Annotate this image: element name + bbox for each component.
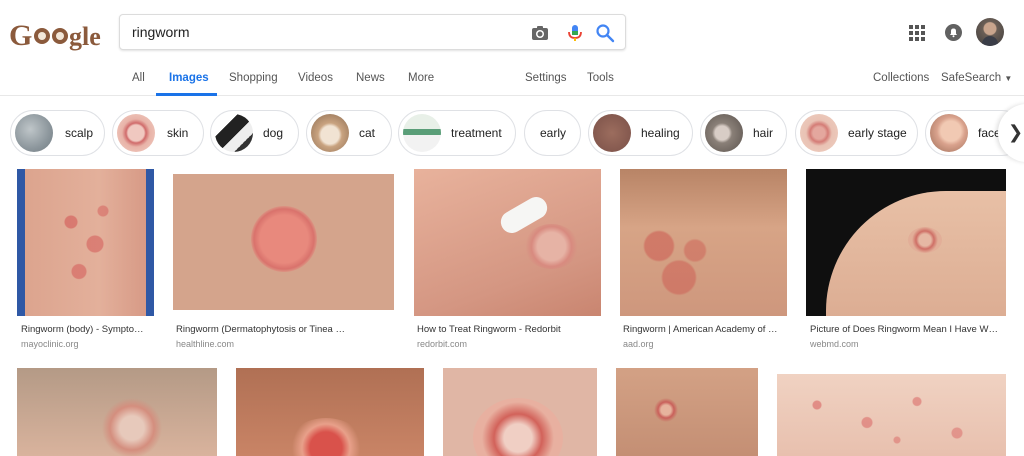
related-searches-chips: scalp skin dog cat treatment early heali… bbox=[0, 108, 1024, 158]
result-image[interactable] bbox=[806, 169, 1006, 316]
chip-thumbnail bbox=[800, 114, 838, 152]
chip-thumbnail bbox=[117, 114, 155, 152]
chip-early[interactable]: early bbox=[524, 110, 581, 156]
ringworm-lesion bbox=[251, 206, 317, 272]
apps-icon[interactable] bbox=[909, 25, 925, 41]
microphone-icon[interactable] bbox=[565, 23, 585, 43]
ringworm-lesion bbox=[286, 418, 366, 456]
chip-label: dog bbox=[263, 126, 284, 140]
chip-early-stage[interactable]: early stage bbox=[795, 110, 918, 156]
chip-label: hair bbox=[753, 126, 774, 140]
result-source[interactable]: mayoclinic.org bbox=[21, 339, 79, 349]
result-image[interactable] bbox=[17, 368, 217, 456]
chip-label: skin bbox=[167, 126, 189, 140]
chip-thumbnail bbox=[593, 114, 631, 152]
svg-text:G: G bbox=[9, 19, 32, 52]
svg-text:gle: gle bbox=[69, 22, 101, 51]
result-caption[interactable]: Picture of Does Ringworm Mean I Have W… bbox=[810, 324, 1010, 335]
search-icon[interactable] bbox=[595, 23, 615, 43]
chip-label: scalp bbox=[65, 126, 94, 140]
active-tab-indicator bbox=[156, 93, 217, 96]
result-caption[interactable]: Ringworm (body) - Sympto… bbox=[21, 324, 156, 335]
result-image[interactable] bbox=[173, 174, 394, 310]
chip-thumbnail bbox=[15, 114, 53, 152]
chip-label: early bbox=[540, 126, 567, 140]
tab-settings[interactable]: Settings bbox=[525, 72, 567, 84]
chip-label: healing bbox=[641, 126, 680, 140]
top-header: G gle ringworm All Images Shopping Video… bbox=[0, 0, 1024, 96]
chip-skin[interactable]: skin bbox=[112, 110, 204, 156]
tab-tools[interactable]: Tools bbox=[587, 72, 614, 84]
result-image[interactable] bbox=[414, 169, 601, 316]
chip-cat[interactable]: cat bbox=[306, 110, 392, 156]
collections-link[interactable]: Collections bbox=[873, 72, 929, 84]
chip-thumbnail bbox=[403, 114, 441, 152]
notifications-icon[interactable] bbox=[945, 24, 962, 41]
search-tabs: All Images Shopping Videos News More Set… bbox=[0, 66, 1024, 96]
chip-treatment[interactable]: treatment bbox=[398, 110, 516, 156]
chip-label: cat bbox=[359, 126, 376, 140]
result-image[interactable] bbox=[620, 169, 787, 316]
chip-label: early stage bbox=[848, 126, 907, 140]
ringworm-lesion bbox=[102, 393, 162, 456]
chip-dog[interactable]: dog bbox=[210, 110, 299, 156]
ringworm-lesion bbox=[654, 398, 678, 422]
result-image[interactable] bbox=[236, 368, 424, 456]
tab-videos[interactable]: Videos bbox=[298, 72, 333, 84]
tab-news[interactable]: News bbox=[356, 72, 385, 84]
result-caption[interactable]: How to Treat Ringworm - Redorbit bbox=[417, 324, 602, 335]
chip-label: treatment bbox=[451, 126, 502, 140]
safesearch-menu[interactable]: SafeSearch ▼ bbox=[941, 72, 1012, 84]
result-image[interactable] bbox=[616, 368, 758, 456]
ringworm-lesion bbox=[473, 398, 563, 456]
chip-thumbnail bbox=[311, 114, 349, 152]
shoulder bbox=[826, 191, 1006, 316]
chip-thumbnail bbox=[705, 114, 743, 152]
chip-thumbnail bbox=[215, 114, 253, 152]
caret-down-icon: ▼ bbox=[1004, 74, 1013, 83]
result-image[interactable] bbox=[17, 169, 154, 316]
rash-spots bbox=[47, 189, 127, 299]
result-source[interactable]: aad.org bbox=[623, 339, 654, 349]
ringworm-lesion bbox=[524, 224, 579, 269]
chevron-right-icon: ❯ bbox=[1008, 122, 1024, 142]
chip-hair[interactable]: hair bbox=[700, 110, 787, 156]
rash-patches bbox=[635, 219, 715, 309]
chip-scalp[interactable]: scalp bbox=[10, 110, 105, 156]
result-source[interactable]: healthline.com bbox=[176, 339, 234, 349]
search-input[interactable]: ringworm bbox=[132, 24, 190, 40]
google-logo[interactable]: G gle bbox=[9, 17, 107, 53]
chip-healing[interactable]: healing bbox=[588, 110, 693, 156]
result-source[interactable]: redorbit.com bbox=[417, 339, 467, 349]
chip-thumbnail bbox=[930, 114, 968, 152]
tab-images[interactable]: Images bbox=[169, 72, 209, 84]
account-avatar[interactable] bbox=[976, 18, 1004, 46]
tab-all[interactable]: All bbox=[132, 72, 145, 84]
search-box[interactable]: ringworm bbox=[119, 14, 626, 50]
safesearch-label: SafeSearch bbox=[941, 72, 1002, 84]
result-image[interactable] bbox=[443, 368, 597, 456]
result-source[interactable]: webmd.com bbox=[810, 339, 859, 349]
ringworm-lesion bbox=[908, 227, 942, 253]
tab-shopping[interactable]: Shopping bbox=[229, 72, 278, 84]
camera-icon[interactable] bbox=[530, 23, 550, 43]
result-caption[interactable]: Ringworm | American Academy of … bbox=[623, 324, 788, 335]
rash-spots bbox=[797, 384, 997, 454]
tab-more[interactable]: More bbox=[408, 72, 434, 84]
result-image[interactable] bbox=[777, 374, 1006, 456]
result-caption[interactable]: Ringworm (Dermatophytosis or Tinea … bbox=[176, 324, 396, 335]
